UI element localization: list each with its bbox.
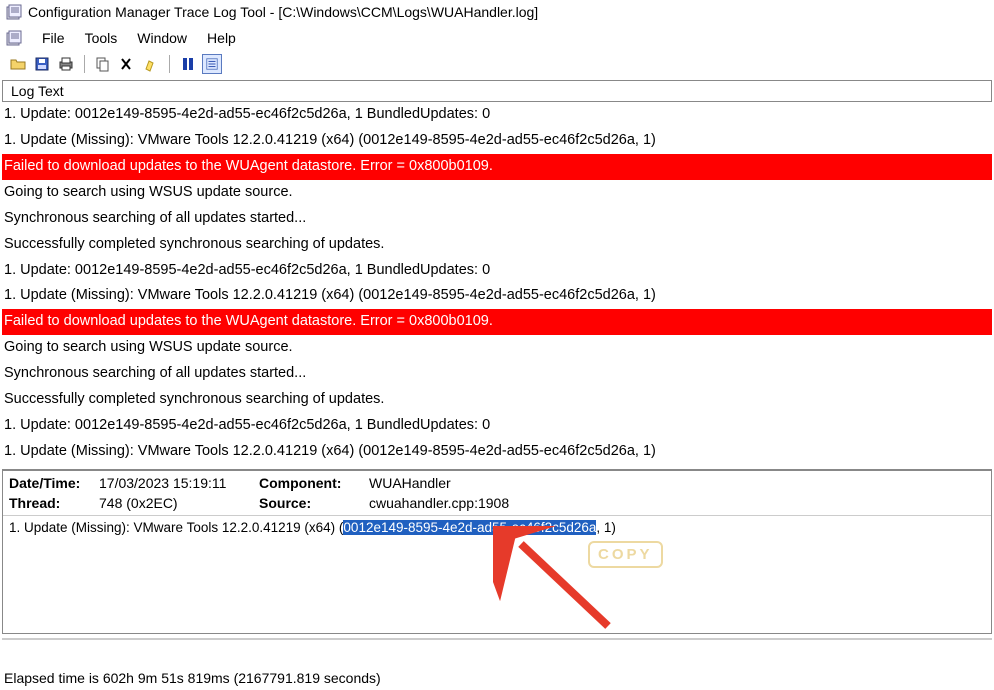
highlight-icon[interactable] xyxy=(141,54,161,74)
copy-icon[interactable] xyxy=(93,54,113,74)
menu-help[interactable]: Help xyxy=(197,28,246,48)
doc-icon xyxy=(6,30,22,46)
log-line[interactable]: 1. Update: 0012e149-8595-4e2d-ad55-ec46f… xyxy=(2,102,992,128)
log-line[interactable]: 1. Update: 0012e149-8595-4e2d-ad55-ec46f… xyxy=(2,258,992,284)
pause-icon[interactable] xyxy=(178,54,198,74)
log-line[interactable]: 1. Update (Missing): VMware Tools 12.2.0… xyxy=(2,128,992,154)
print-icon[interactable] xyxy=(56,54,76,74)
source-label: Source: xyxy=(259,495,369,511)
window-title: Configuration Manager Trace Log Tool - [… xyxy=(28,4,538,20)
titlebar: Configuration Manager Trace Log Tool - [… xyxy=(0,0,994,24)
component-value: WUAHandler xyxy=(369,475,985,491)
log-line[interactable]: 1. Update (Missing): VMware Tools 12.2.0… xyxy=(2,439,992,465)
toolbar-separator-2 xyxy=(169,55,170,73)
log-line[interactable]: Successfully completed synchronous searc… xyxy=(2,387,992,413)
datetime-value: 17/03/2023 15:19:11 xyxy=(99,475,259,491)
details-text-suffix: , 1) xyxy=(596,520,616,535)
log-line[interactable]: Going to search using WSUS update source… xyxy=(2,180,992,206)
copy-watermark: COPY xyxy=(588,541,663,568)
menu-tools[interactable]: Tools xyxy=(75,28,128,48)
log-line[interactable]: Going to search using WSUS update source… xyxy=(2,335,992,361)
log-line[interactable]: Successfully completed synchronous searc… xyxy=(2,232,992,258)
details-text-prefix: 1. Update (Missing): VMware Tools 12.2.0… xyxy=(9,520,343,535)
menu-file[interactable]: File xyxy=(32,28,75,48)
open-icon[interactable] xyxy=(8,54,28,74)
log-line-error[interactable]: Failed to download updates to the WUAgen… xyxy=(2,309,992,335)
details-header: Date/Time: 17/03/2023 15:19:11 Component… xyxy=(3,471,991,515)
save-icon[interactable] xyxy=(32,54,52,74)
menu-window[interactable]: Window xyxy=(127,28,197,48)
log-line[interactable]: Synchronous searching of all updates sta… xyxy=(2,361,992,387)
source-value: cwuahandler.cpp:1908 xyxy=(369,495,985,511)
log-line[interactable]: Synchronous searching of all updates sta… xyxy=(2,206,992,232)
toolbar-separator xyxy=(84,55,85,73)
component-label: Component: xyxy=(259,475,369,491)
find-icon[interactable] xyxy=(117,54,137,74)
log-line[interactable]: 1. Update: 0012e149-8595-4e2d-ad55-ec46f… xyxy=(2,413,992,439)
statusbar: Elapsed time is 602h 9m 51s 819ms (21677… xyxy=(4,670,381,686)
column-header-log-text[interactable]: Log Text xyxy=(2,80,992,102)
toolbar xyxy=(0,52,994,76)
log-line[interactable]: 1. Update (Missing): VMware Tools 12.2.0… xyxy=(2,283,992,309)
thread-label: Thread: xyxy=(9,495,99,511)
divider xyxy=(2,638,992,640)
details-body[interactable]: 1. Update (Missing): VMware Tools 12.2.0… xyxy=(3,515,991,633)
details-panel: Date/Time: 17/03/2023 15:19:11 Component… xyxy=(2,469,992,634)
autoscroll-icon[interactable] xyxy=(202,54,222,74)
log-area[interactable]: 1. Update: 0012e149-8595-4e2d-ad55-ec46f… xyxy=(2,102,992,465)
log-line-error[interactable]: Failed to download updates to the WUAgen… xyxy=(2,154,992,180)
menubar: File Tools Window Help xyxy=(0,24,994,52)
thread-value: 748 (0x2EC) xyxy=(99,495,259,511)
app-icon xyxy=(6,4,22,20)
details-text-highlight: 0012e149-8595-4e2d-ad55-ec46f2c5d26a xyxy=(343,520,596,535)
datetime-label: Date/Time: xyxy=(9,475,99,491)
